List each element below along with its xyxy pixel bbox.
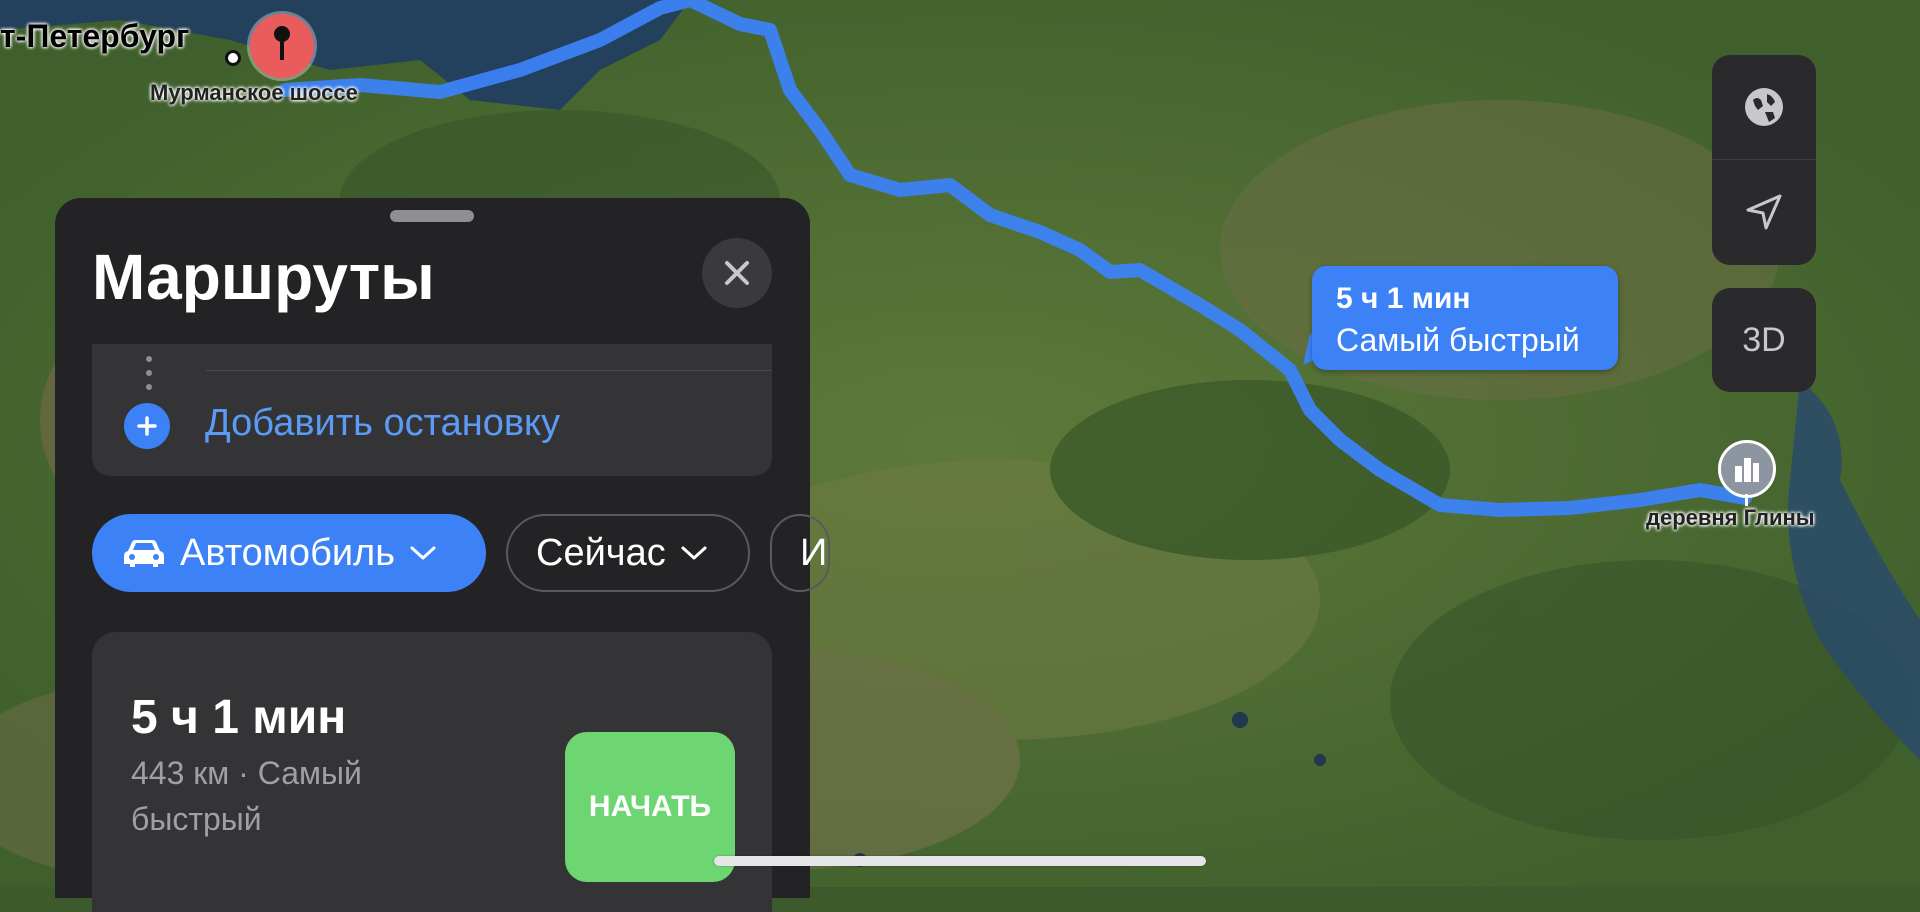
location-button[interactable] — [1712, 160, 1816, 264]
globe-button[interactable] — [1712, 55, 1816, 159]
stop-connector-dot — [146, 384, 152, 390]
car-icon — [124, 540, 164, 567]
close-button[interactable] — [702, 238, 772, 308]
departure-time-chip[interactable]: Сейчас — [506, 514, 750, 592]
map-controls-group — [1712, 55, 1816, 265]
globe-icon — [1745, 88, 1783, 126]
close-icon — [725, 261, 749, 285]
departure-time-label: Сейчас — [536, 531, 666, 574]
destination-label: деревня Глины — [1646, 505, 1815, 530]
stop-connector-dot — [146, 370, 152, 376]
view-3d-label: 3D — [1742, 320, 1786, 359]
panel-title: Маршруты — [92, 241, 435, 313]
route-time: 5 ч 1 мин — [131, 691, 347, 744]
start-button[interactable]: НАЧАТЬ — [565, 732, 735, 882]
origin-city-label: т-Петербург — [0, 18, 190, 54]
route-callout-time: 5 ч 1 мин — [1336, 282, 1471, 315]
origin-road-label: Мурманское шоссе — [150, 80, 358, 105]
route-detail: 443 км · Самый быстрый — [131, 755, 362, 837]
home-indicator[interactable] — [714, 856, 1206, 866]
pin-icon[interactable] — [250, 14, 314, 78]
city-buildings-icon[interactable] — [1718, 440, 1776, 498]
chevron-down-icon — [410, 546, 436, 560]
route-callout-subtitle: Самый быстрый — [1336, 322, 1580, 358]
route-callout[interactable]: 5 ч 1 мин Самый быстрый — [1312, 266, 1618, 370]
panel-grabber[interactable] — [390, 210, 474, 222]
options-chip[interactable]: И — [770, 514, 830, 592]
location-arrow-icon — [1746, 194, 1782, 230]
add-stop-button[interactable]: Добавить остановку — [205, 402, 560, 445]
view-3d-button[interactable]: 3D — [1712, 288, 1816, 392]
plus-icon[interactable] — [124, 403, 170, 449]
stop-connector-dot — [146, 356, 152, 362]
options-chip-label: И — [800, 531, 828, 574]
transport-mode-label: Автомобиль — [180, 531, 396, 574]
chevron-down-icon — [681, 546, 707, 560]
origin-dot-icon — [225, 50, 241, 66]
transport-mode-chip[interactable]: Автомобиль — [92, 514, 486, 592]
stops-divider — [206, 370, 772, 371]
